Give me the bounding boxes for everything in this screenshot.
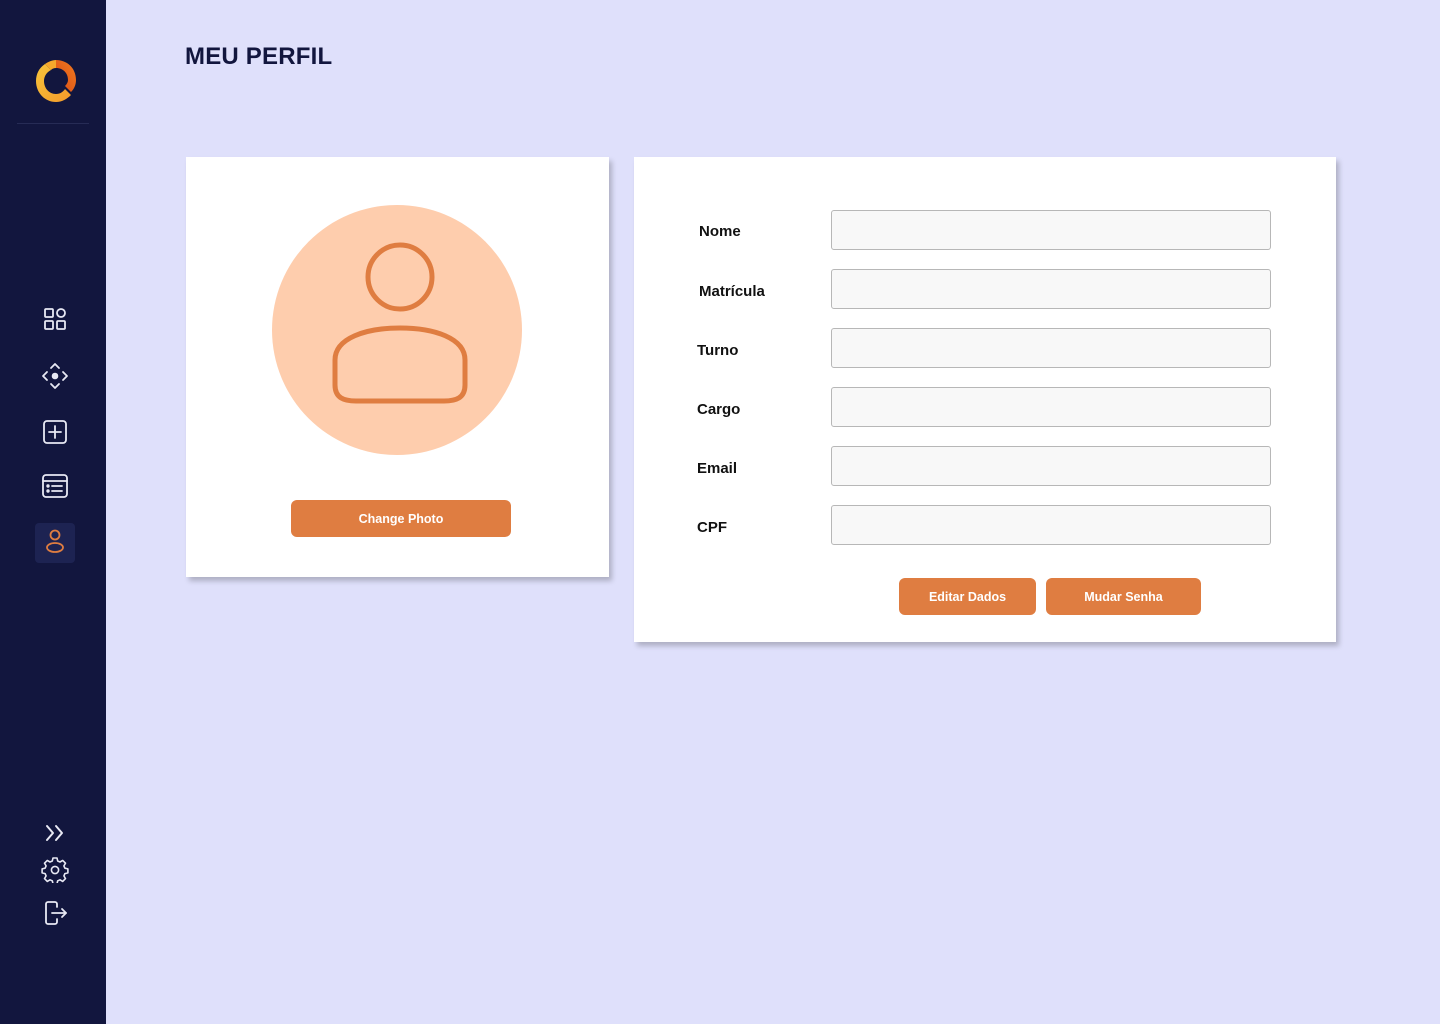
diamond-arrows-icon [41, 362, 69, 395]
grid-icon [41, 305, 69, 338]
logo-divider [17, 123, 89, 124]
field-label-cpf: CPF [697, 519, 727, 536]
field-label-matricula: Matrícula [699, 283, 765, 300]
change-photo-button[interactable]: Change Photo [291, 500, 511, 537]
field-label-turno: Turno [697, 342, 739, 359]
edit-data-button[interactable]: Editar Dados [899, 578, 1036, 615]
matricula-field[interactable] [831, 269, 1271, 309]
logout-icon [41, 899, 69, 932]
page-title: MEU PERFIL [185, 43, 333, 70]
profile-form-card: Nome Matrícula Turno Cargo Email CPF Edi… [634, 157, 1336, 642]
turno-field[interactable] [831, 328, 1271, 368]
cargo-field[interactable] [831, 387, 1271, 427]
nav-settings[interactable] [35, 851, 75, 891]
nome-field[interactable] [831, 210, 1271, 250]
avatar [272, 205, 522, 455]
nav-list[interactable] [35, 468, 75, 508]
change-password-button[interactable]: Mudar Senha [1046, 578, 1201, 615]
nav-navigate[interactable] [35, 358, 75, 398]
sidebar [0, 0, 106, 1024]
nav-profile[interactable] [35, 523, 75, 563]
nav-dashboard[interactable] [35, 301, 75, 341]
list-panel-icon [41, 472, 69, 505]
nav-expand[interactable] [35, 815, 75, 855]
field-label-nome: Nome [699, 223, 741, 240]
field-label-email: Email [697, 460, 738, 477]
nav-logout[interactable] [35, 895, 75, 935]
field-label-cargo: Cargo [697, 401, 741, 418]
profile-photo-card: Change Photo [186, 157, 609, 577]
gear-icon [41, 855, 69, 888]
app-logo[interactable] [33, 58, 79, 104]
nav-add[interactable] [35, 414, 75, 454]
user-icon [41, 527, 69, 560]
cpf-field[interactable] [831, 505, 1271, 545]
chevrons-right-icon [41, 819, 69, 852]
email-field[interactable] [831, 446, 1271, 486]
plus-square-icon [41, 418, 69, 451]
